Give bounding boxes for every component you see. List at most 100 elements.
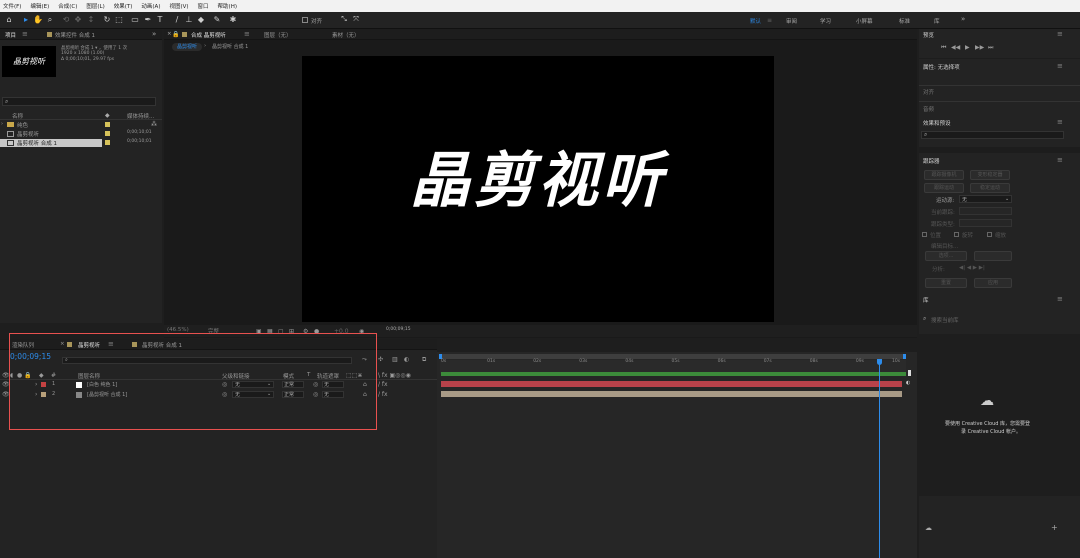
tab-layer[interactable]: 图层（无） bbox=[264, 31, 292, 39]
properties-audio[interactable]: 音频 bbox=[923, 105, 934, 113]
next-frame-icon[interactable]: ▶▶ bbox=[975, 44, 984, 51]
rectangle-tool-icon[interactable]: ▭ bbox=[130, 14, 140, 25]
menu-effect[interactable]: 效果(T) bbox=[114, 2, 133, 10]
track-type-dropdown[interactable] bbox=[959, 219, 1012, 227]
blank-button[interactable] bbox=[974, 251, 1012, 261]
axis-icon[interactable]: ⤡ bbox=[339, 14, 349, 25]
properties-align[interactable]: 对齐 bbox=[923, 88, 934, 96]
align-checkbox[interactable] bbox=[302, 17, 308, 23]
comp-menu-icon[interactable]: ≡ bbox=[244, 30, 250, 38]
menu-file[interactable]: 文件(F) bbox=[3, 2, 21, 10]
selection-tool-icon[interactable]: ▸ bbox=[21, 14, 31, 25]
workspace-learn[interactable]: 学习 bbox=[820, 17, 831, 25]
project-item-label-swatch[interactable] bbox=[105, 131, 110, 136]
analyze-controls-icon[interactable]: ◀| ◀ ▶ ▶| bbox=[959, 265, 985, 271]
viewer-timecode[interactable]: 0;00;09;15 bbox=[386, 327, 411, 332]
home-icon[interactable]: ⌂ bbox=[4, 14, 14, 25]
effects-search-input[interactable]: ⌕ bbox=[921, 131, 1064, 139]
zoom-tool-icon[interactable]: ⌕ bbox=[45, 14, 55, 25]
apply-button[interactable]: 应用 bbox=[974, 278, 1012, 288]
preview-menu-icon[interactable]: ≡ bbox=[1057, 30, 1063, 38]
project-item-label-swatch[interactable] bbox=[105, 140, 110, 145]
shy-layers-icon[interactable]: ▥ bbox=[392, 356, 398, 363]
quality-icon[interactable]: / fx bbox=[378, 391, 388, 398]
tab-effect-controls[interactable]: 效果控件 合成 1 bbox=[55, 31, 95, 39]
time-navigator-bar[interactable] bbox=[441, 372, 906, 376]
expand-icon[interactable]: ⤧ bbox=[351, 14, 361, 25]
menu-view[interactable]: 视图(V) bbox=[169, 2, 188, 10]
layer-1-duration-bar[interactable] bbox=[441, 381, 902, 387]
last-frame-icon[interactable]: ⏭ bbox=[988, 44, 993, 51]
project-item-solids[interactable]: › 纯色 ⁂ bbox=[0, 121, 162, 129]
current-track-dropdown[interactable] bbox=[959, 207, 1012, 215]
first-frame-icon[interactable]: ⏮ bbox=[941, 44, 946, 51]
fx-switches-icon[interactable]: \ fx ▣◎◎◉ bbox=[378, 372, 411, 379]
project-search-input[interactable]: ⌕ bbox=[2, 97, 156, 106]
anchor-tool-icon[interactable]: ⬚ bbox=[114, 14, 124, 25]
tab-footage[interactable]: 素材（无） bbox=[332, 31, 360, 39]
options-button[interactable]: 选项... bbox=[925, 251, 967, 261]
breadcrumb-parent[interactable]: 晶剪视听 合成 1 bbox=[212, 43, 248, 50]
rotation-checkbox[interactable] bbox=[954, 232, 959, 237]
library-search-input[interactable]: 搜索当前库 bbox=[931, 316, 959, 324]
stabilize-motion-button[interactable]: 稳定运动 bbox=[970, 183, 1010, 193]
cloud-sync-icon[interactable]: ☁ bbox=[925, 524, 932, 532]
comp-marker-icon[interactable]: ◐ bbox=[906, 380, 910, 386]
tab-composition[interactable]: 合成 晶剪视听 bbox=[191, 31, 226, 39]
hand-tool-icon[interactable]: ✋ bbox=[33, 14, 43, 25]
menu-layer[interactable]: 图层(L) bbox=[86, 2, 104, 10]
properties-menu-icon[interactable]: ≡ bbox=[1057, 62, 1063, 70]
pan-tool-icon[interactable]: ✥ bbox=[73, 14, 83, 25]
layer-2-duration-bar[interactable] bbox=[441, 391, 902, 397]
menu-window[interactable]: 窗口 bbox=[198, 2, 209, 10]
draft-3d-icon[interactable]: ✣ bbox=[378, 356, 383, 363]
workspace-default[interactable]: 默认 bbox=[750, 17, 761, 25]
position-checkbox[interactable] bbox=[922, 232, 927, 237]
menu-composition[interactable]: 合成(C) bbox=[58, 2, 77, 10]
brush-tool-icon[interactable]: / bbox=[172, 14, 182, 25]
track-camera-button[interactable]: 跟踪摄像机 bbox=[924, 170, 964, 180]
project-item-label-swatch[interactable] bbox=[105, 122, 110, 127]
breadcrumb-current[interactable]: 晶剪视听 bbox=[172, 43, 203, 51]
libraries-menu-icon[interactable]: ≡ bbox=[1057, 295, 1063, 303]
track-motion-button[interactable]: 跟踪运动 bbox=[924, 183, 964, 193]
previous-frame-icon[interactable]: ◀◀ bbox=[951, 44, 960, 51]
tracker-menu-icon[interactable]: ≡ bbox=[1057, 156, 1063, 164]
play-icon[interactable]: ▶ bbox=[965, 44, 970, 51]
orbit-tool-icon[interactable]: ⟲ bbox=[61, 14, 71, 25]
project-item-composition[interactable]: 晶剪视听 0;00;10;01 bbox=[0, 130, 162, 138]
workspace-review[interactable]: 审阅 bbox=[786, 17, 797, 25]
frame-blending-icon[interactable]: ◐ bbox=[404, 356, 409, 363]
lock-icon[interactable]: 🔒 bbox=[172, 31, 179, 38]
playhead[interactable] bbox=[878, 360, 880, 558]
effects-presets-menu-icon[interactable]: ≡ bbox=[1057, 118, 1063, 126]
reset-button[interactable]: 重置 bbox=[925, 278, 967, 288]
composition-viewer[interactable]: 晶剪视听 bbox=[302, 56, 774, 322]
roto-tool-icon[interactable]: ✎ bbox=[212, 14, 222, 25]
menu-animation[interactable]: 动画(A) bbox=[141, 2, 160, 10]
menu-help[interactable]: 帮助(H) bbox=[218, 2, 237, 10]
playhead-handle[interactable] bbox=[876, 359, 882, 365]
dolly-tool-icon[interactable]: ↕ bbox=[86, 14, 96, 25]
project-item-composition-1[interactable]: 晶剪视听 合成 1 0;00;10;01 bbox=[0, 139, 162, 147]
panel-more-icon[interactable]: » bbox=[152, 30, 156, 38]
workspace-more-icon[interactable]: » bbox=[961, 15, 965, 23]
workspace-libraries[interactable]: 库 bbox=[934, 17, 940, 25]
edit-target-button[interactable]: 编辑目标... bbox=[931, 242, 958, 250]
text-tool-icon[interactable]: T bbox=[155, 14, 165, 25]
eraser-tool-icon[interactable]: ◆ bbox=[196, 14, 206, 25]
workspace-menu-icon[interactable]: ≡ bbox=[767, 17, 772, 24]
pen-tool-icon[interactable]: ✒ bbox=[143, 14, 153, 25]
expand-arrow-icon[interactable]: › bbox=[1, 121, 3, 127]
tab-project[interactable]: 项目 bbox=[5, 31, 16, 39]
project-menu-icon[interactable]: ≡ bbox=[22, 30, 28, 38]
puppet-tool-icon[interactable]: ✱ bbox=[228, 14, 238, 25]
rotate-tool-icon[interactable]: ↻ bbox=[102, 14, 112, 25]
graph-editor-icon[interactable]: ⧉ bbox=[422, 356, 426, 363]
workspace-standard[interactable]: 标准 bbox=[899, 17, 910, 25]
workspace-small-screen[interactable]: 小屏幕 bbox=[856, 17, 873, 25]
motion-source-dropdown[interactable]: 无 ⌄ bbox=[959, 195, 1012, 203]
close-tab-icon[interactable]: × bbox=[167, 31, 172, 37]
warp-stabilizer-button[interactable]: 变形稳定器 bbox=[970, 170, 1010, 180]
clone-tool-icon[interactable]: ⊥ bbox=[184, 14, 194, 25]
